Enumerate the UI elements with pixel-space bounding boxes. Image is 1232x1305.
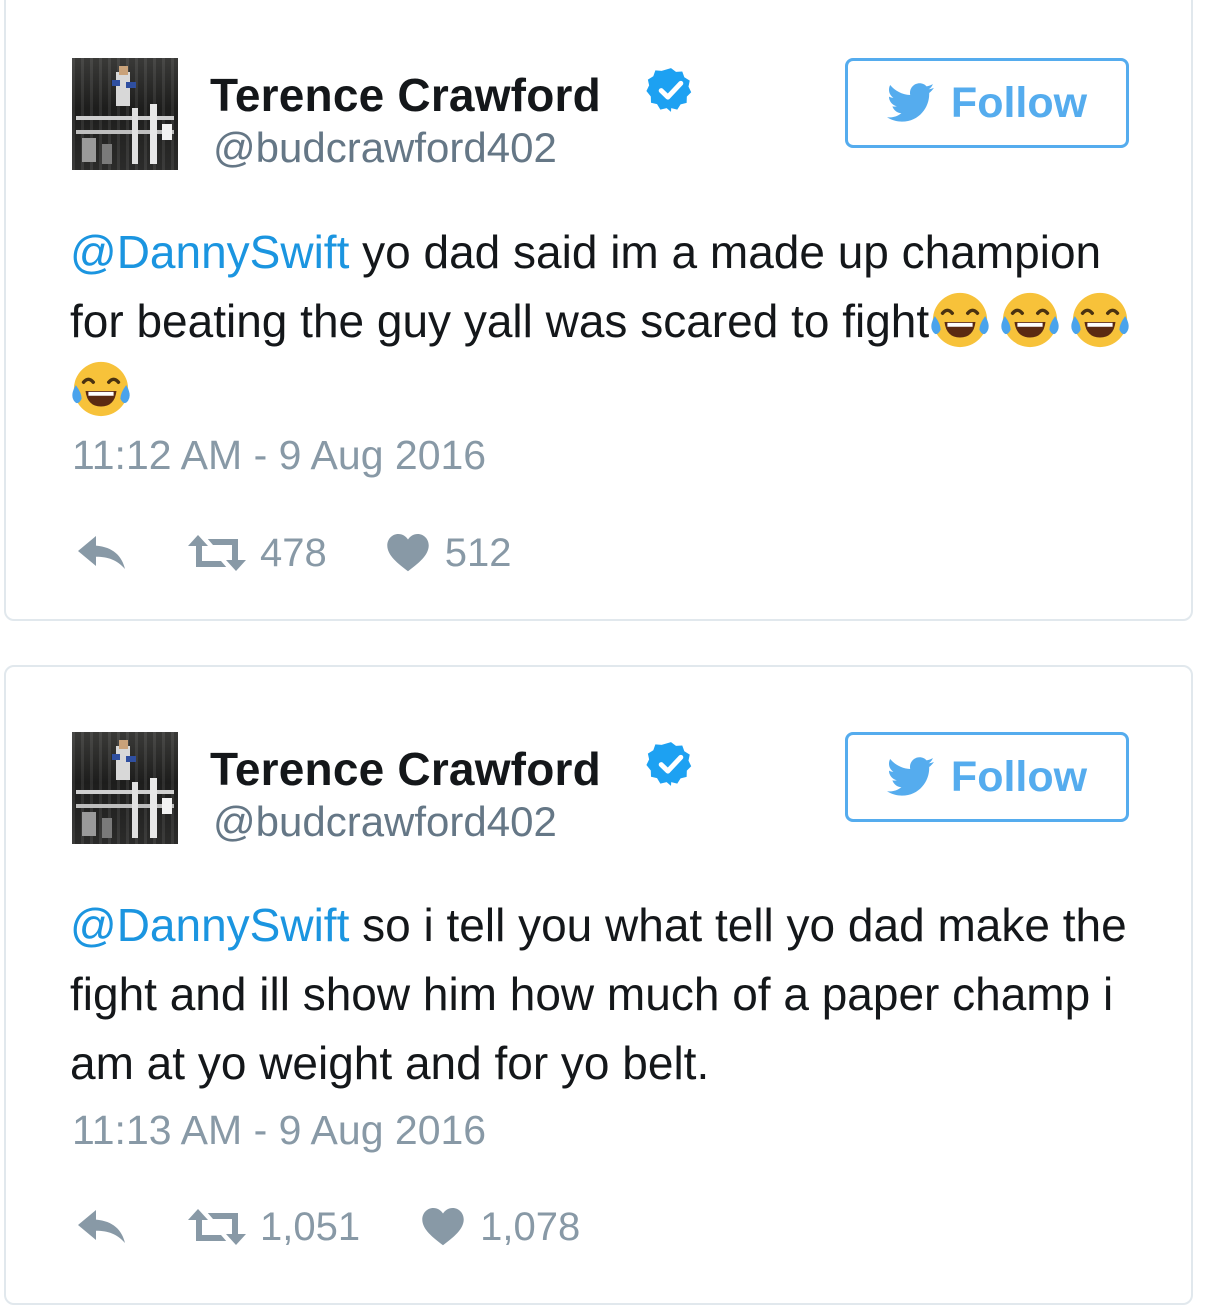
mention-link[interactable]: @DannySwift	[70, 899, 349, 951]
avatar[interactable]	[72, 732, 178, 844]
tweet-text: @DannySwift so i tell you what tell yo d…	[70, 891, 1160, 1098]
tweet-text: @DannySwift yo dad said im a made up cha…	[70, 218, 1160, 425]
author-name[interactable]: Terence Crawford	[210, 68, 601, 122]
timestamp[interactable]: 11:13 AM - 9 Aug 2016	[72, 1107, 486, 1154]
author-name[interactable]: Terence Crawford	[210, 742, 601, 796]
twitter-bird-icon	[886, 83, 935, 122]
retweet-icon	[188, 1209, 246, 1245]
tears-of-joy-emoji-icon	[1071, 292, 1129, 348]
tweet-actions: 478 512	[78, 528, 512, 578]
tears-of-joy-emoji-icon	[72, 361, 130, 417]
follow-button[interactable]: Follow	[845, 58, 1129, 148]
tweet-actions: 1,051 1,078	[78, 1202, 580, 1252]
like-button[interactable]: 512	[387, 531, 512, 576]
tears-of-joy-emoji-icon	[931, 292, 989, 348]
heart-icon	[422, 1208, 464, 1246]
follow-label: Follow	[950, 752, 1088, 801]
tears-of-joy-emoji-icon	[1001, 292, 1059, 348]
tweet-card: Terence Crawford @budcrawford402 Follow …	[4, 665, 1193, 1305]
verified-badge-icon	[646, 68, 692, 112]
retweet-button[interactable]: 478	[188, 531, 327, 576]
verified-badge-icon	[646, 742, 692, 786]
timestamp[interactable]: 11:12 AM - 9 Aug 2016	[72, 432, 486, 479]
twitter-bird-icon	[886, 757, 935, 796]
retweet-count: 478	[260, 530, 327, 575]
reply-icon	[78, 536, 125, 569]
heart-icon	[387, 534, 429, 572]
reply-button[interactable]	[78, 1210, 126, 1244]
like-button[interactable]: 1,078	[422, 1205, 580, 1250]
tweet-card: Terence Crawford @budcrawford402 Follow …	[4, 0, 1193, 621]
like-count: 512	[444, 530, 512, 575]
mention-link[interactable]: @DannySwift	[70, 226, 349, 278]
follow-label: Follow	[950, 78, 1088, 127]
like-count: 1,078	[480, 1204, 581, 1249]
avatar[interactable]	[72, 58, 178, 170]
retweet-button[interactable]: 1,051	[188, 1205, 360, 1250]
author-handle[interactable]: @budcrawford402	[213, 798, 557, 846]
retweet-icon	[188, 535, 246, 571]
follow-button[interactable]: Follow	[845, 732, 1129, 822]
reply-icon	[78, 1210, 125, 1243]
author-handle[interactable]: @budcrawford402	[213, 124, 557, 172]
retweet-count: 1,051	[260, 1204, 361, 1249]
reply-button[interactable]	[78, 536, 126, 570]
